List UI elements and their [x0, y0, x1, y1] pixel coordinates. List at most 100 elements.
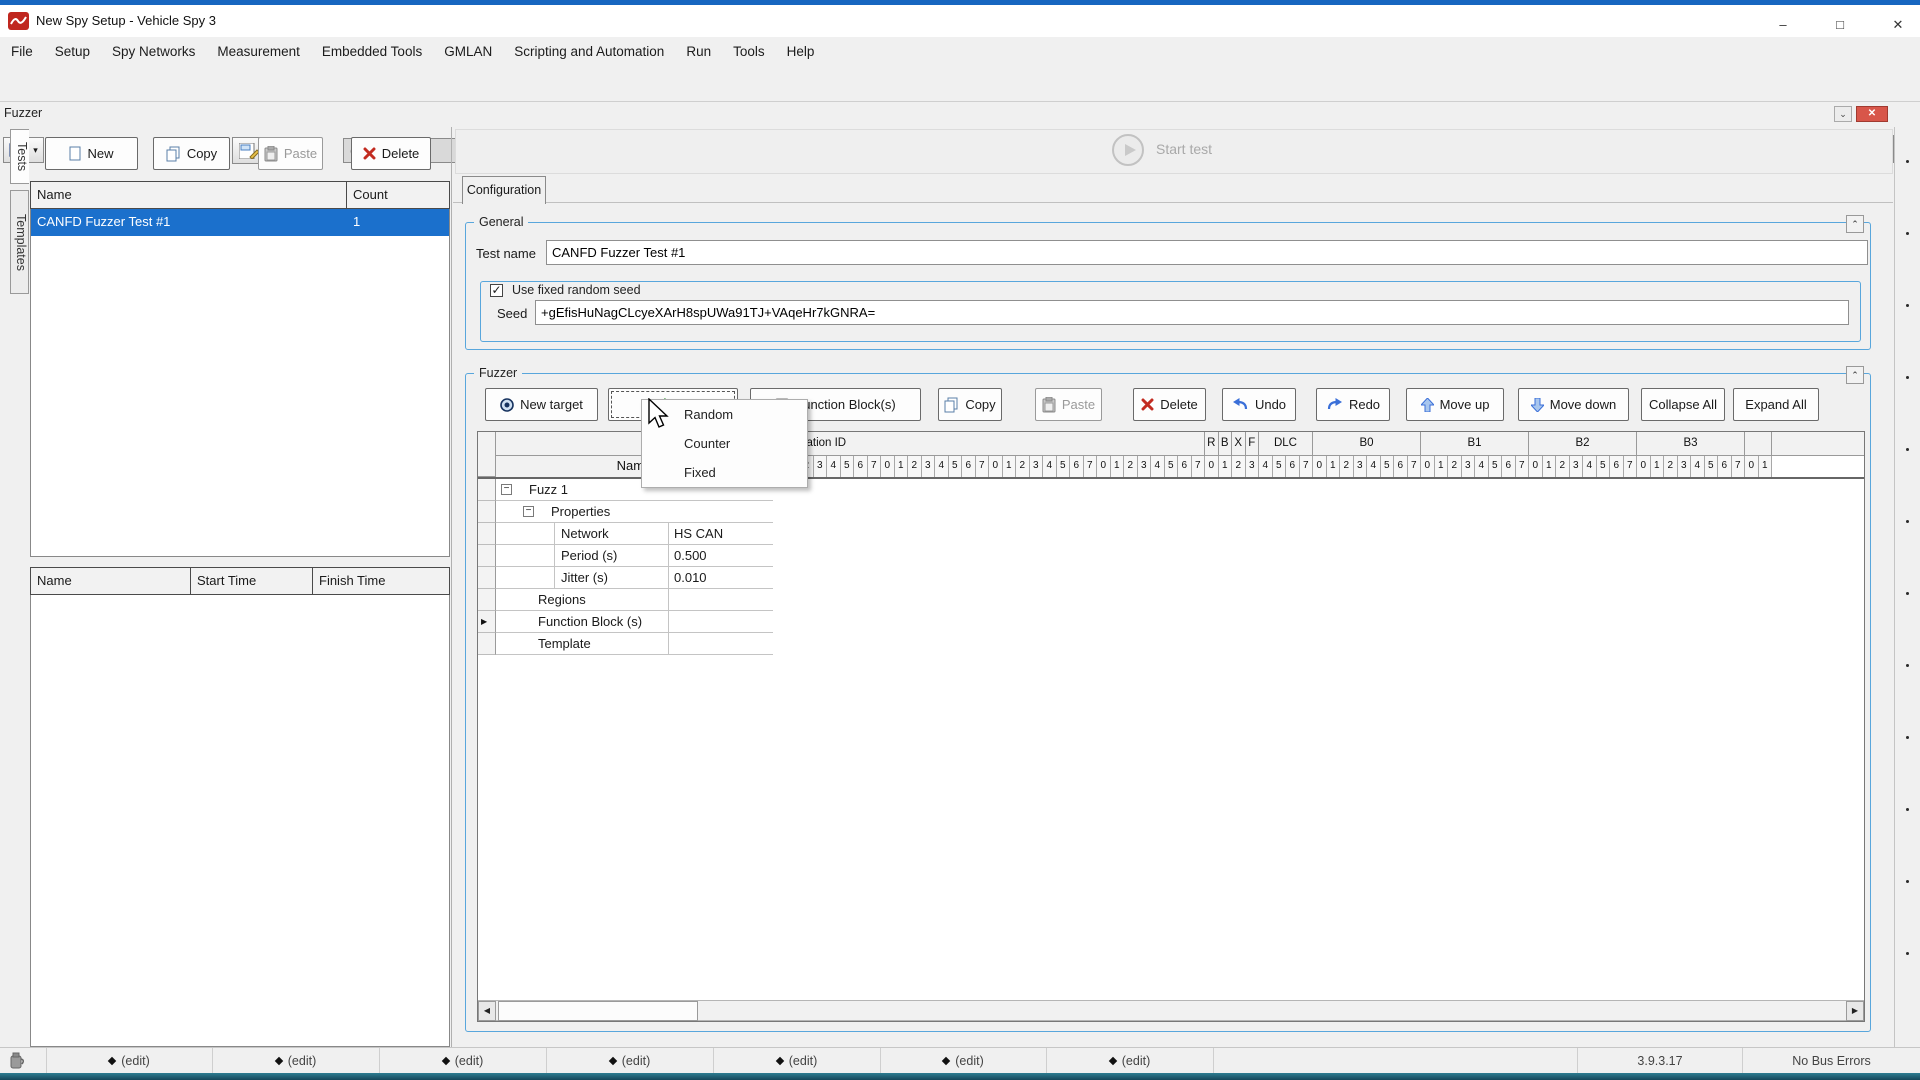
dock-dot[interactable]: [1906, 880, 1909, 883]
expander-icon[interactable]: −: [523, 506, 534, 517]
bit-header-cell: 2: [1556, 456, 1570, 477]
dock-dot[interactable]: [1906, 232, 1909, 235]
menu-run[interactable]: Run: [675, 37, 722, 66]
bit-header-cell: 5: [1057, 456, 1071, 477]
tree-row-period-s-[interactable]: Period (s)0.500: [478, 545, 1864, 567]
dock-dot[interactable]: [1906, 952, 1909, 955]
tests-col-name[interactable]: Name: [31, 182, 347, 208]
tree-row-regions[interactable]: Regions: [478, 589, 1864, 611]
status-edit-cell[interactable]: (edit): [379, 1048, 546, 1073]
edit-marker-icon: [776, 1056, 784, 1064]
tab-configuration[interactable]: Configuration: [462, 176, 546, 204]
menu-bar: FileSetupSpy NetworksMeasurementEmbedded…: [0, 37, 1920, 66]
bit-header-cell: 0: [1637, 456, 1651, 477]
menu-file[interactable]: File: [0, 37, 44, 66]
fuzzer-button-move-up[interactable]: Move up: [1406, 388, 1504, 421]
dock-dot[interactable]: [1906, 520, 1909, 523]
horizontal-scrollbar[interactable]: ◀ ▶: [478, 1000, 1864, 1021]
tests-table-header: Name Count: [30, 181, 450, 209]
fuzzer-button-move-down[interactable]: Move down: [1518, 388, 1629, 421]
tree-row-function-block-s-[interactable]: ▶Function Block (s): [478, 611, 1864, 633]
menu-spy-networks[interactable]: Spy Networks: [101, 37, 206, 66]
expander-icon[interactable]: −: [501, 484, 512, 495]
dock-dot[interactable]: [1906, 304, 1909, 307]
status-edit-cell[interactable]: (edit): [212, 1048, 379, 1073]
button-label: Move down: [1550, 397, 1616, 412]
button-label: Copy: [965, 397, 995, 412]
edit-label: (edit): [1122, 1054, 1150, 1068]
status-edit-cell[interactable]: (edit): [46, 1048, 212, 1073]
side-tab-tests[interactable]: Tests: [10, 129, 29, 184]
seed-input[interactable]: [535, 300, 1849, 325]
menu-embedded-tools[interactable]: Embedded Tools: [311, 37, 433, 66]
panel-close-button[interactable]: ✕: [1856, 106, 1888, 122]
tree-row-template[interactable]: Template: [478, 633, 1864, 655]
status-edit-cell[interactable]: (edit): [880, 1048, 1046, 1073]
paste-icon: [1042, 397, 1056, 413]
fuzzer-button-redo[interactable]: Redo: [1316, 388, 1390, 421]
side-tab-templates[interactable]: Templates: [10, 190, 29, 294]
tree-row-network[interactable]: NetworkHS CAN: [478, 523, 1864, 545]
scroll-right-button[interactable]: ▶: [1846, 1001, 1864, 1021]
fuzzer-collapse-button[interactable]: ⌃: [1846, 366, 1864, 384]
close-button[interactable]: ✕: [1881, 14, 1915, 36]
use-fixed-seed-checkbox[interactable]: ✓: [490, 284, 503, 297]
menu-measurement[interactable]: Measurement: [206, 37, 311, 66]
dock-dot[interactable]: [1906, 448, 1909, 451]
tests-col-count[interactable]: Count: [347, 182, 450, 208]
copy-test-button[interactable]: Copy: [153, 137, 230, 170]
fuzzer-group-label: Fuzzer: [474, 366, 522, 380]
panel-collapse-button[interactable]: ⌄: [1834, 106, 1852, 122]
run-dropdown-arrow[interactable]: ▾: [27, 137, 44, 163]
dock-dot[interactable]: [1906, 376, 1909, 379]
bit-header-cell: 6: [1286, 456, 1300, 477]
dock-dot[interactable]: [1906, 592, 1909, 595]
bit-header-cell: 0: [989, 456, 1003, 477]
scrollbar-thumb[interactable]: [498, 1001, 698, 1021]
fuzzer-button-undo[interactable]: Undo: [1222, 388, 1296, 421]
results-col-name[interactable]: Name: [31, 568, 191, 594]
bit-header-cell: 6: [854, 456, 868, 477]
bit-header-cell: 1: [1003, 456, 1017, 477]
dock-dot[interactable]: [1906, 664, 1909, 667]
bit-header-cell: 4: [1259, 456, 1273, 477]
fuzzer-button-copy[interactable]: Copy: [938, 388, 1002, 421]
dock-dot[interactable]: [1906, 736, 1909, 739]
results-col-start[interactable]: Start Time: [191, 568, 313, 594]
delete-test-button[interactable]: Delete: [351, 137, 431, 170]
button-label: Move up: [1440, 397, 1490, 412]
cell-left-border: [554, 567, 555, 589]
table-row[interactable]: CANFD Fuzzer Test #1 1: [31, 209, 449, 236]
start-test-button[interactable]: [1112, 134, 1144, 166]
test-name-input[interactable]: [546, 240, 1868, 265]
status-edit-cell[interactable]: (edit): [546, 1048, 713, 1073]
menu-item-fixed[interactable]: Fixed: [642, 458, 807, 487]
menu-gmlan[interactable]: GMLAN: [433, 37, 503, 66]
scroll-left-button[interactable]: ◀: [478, 1001, 496, 1021]
menu-setup[interactable]: Setup: [44, 37, 101, 66]
status-edit-cell[interactable]: (edit): [1046, 1048, 1213, 1073]
paste-test-button: Paste: [258, 137, 323, 170]
maximize-button[interactable]: □: [1823, 14, 1857, 36]
fuzzer-button-collapse-all[interactable]: Collapse All: [1641, 388, 1725, 421]
current-row-marker: ▶: [478, 611, 496, 633]
tests-table-body: CANFD Fuzzer Test #1 1: [30, 209, 450, 557]
menu-scripting-and-automation[interactable]: Scripting and Automation: [503, 37, 675, 66]
menu-help[interactable]: Help: [776, 37, 826, 66]
dock-dot[interactable]: [1906, 808, 1909, 811]
tree-row-properties[interactable]: −Properties: [478, 501, 1864, 523]
menu-tools[interactable]: Tools: [722, 37, 776, 66]
dock-dot[interactable]: [1906, 160, 1909, 163]
fuzzer-button-delete[interactable]: Delete: [1133, 388, 1206, 421]
fuzzer-button-new-target[interactable]: New target: [485, 388, 598, 421]
button-label: Paste: [284, 146, 317, 161]
status-edit-cell[interactable]: (edit): [713, 1048, 880, 1073]
fuzzer-button-expand-all[interactable]: Expand All: [1733, 388, 1819, 421]
minimize-button[interactable]: –: [1766, 14, 1800, 36]
general-collapse-button[interactable]: ⌃: [1846, 215, 1864, 233]
bit-header-cell: 3: [1462, 456, 1476, 477]
results-col-finish[interactable]: Finish Time: [313, 568, 450, 594]
bit-header-cell: 0: [1529, 456, 1543, 477]
new-test-button[interactable]: New: [45, 137, 138, 170]
tree-row-jitter-s-[interactable]: Jitter (s)0.010: [478, 567, 1864, 589]
